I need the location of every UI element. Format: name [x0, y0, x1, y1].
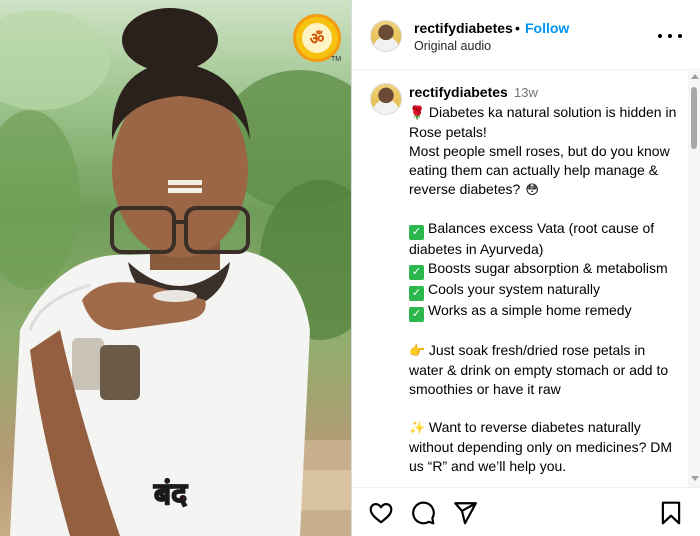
pointing-hand-icon: 👉	[409, 344, 426, 359]
action-bar	[352, 487, 700, 536]
caption-avatar[interactable]	[370, 83, 402, 115]
audio-link[interactable]: Original audio	[414, 39, 491, 53]
caption-tip: Just soak fresh/dried rose petals in wat…	[409, 342, 673, 397]
post-time[interactable]: 13w	[514, 85, 538, 100]
header-username[interactable]: rectifydiabetes	[414, 20, 513, 36]
bookmark-icon[interactable]	[658, 500, 684, 526]
heart-icon[interactable]	[368, 500, 394, 526]
sparkles-icon: ✨	[409, 421, 426, 436]
check-icon: ✓	[409, 225, 424, 240]
check-icon: ✓	[409, 286, 424, 301]
logo-glyph: ॐ	[302, 23, 332, 53]
scroll-down-icon[interactable]	[691, 476, 699, 481]
brand-logo: ॐ	[293, 14, 341, 62]
more-options-icon[interactable]	[658, 26, 682, 46]
trademark-label: TM	[331, 56, 342, 63]
shocked-emoji-icon: 😳	[525, 183, 539, 198]
comment-icon[interactable]	[410, 500, 436, 526]
caption-username[interactable]: rectifydiabetes	[409, 84, 508, 100]
bullet-item: Cools your system naturally	[428, 281, 600, 297]
check-icon: ✓	[409, 265, 424, 280]
avatar[interactable]	[370, 20, 402, 52]
scroll-thumb[interactable]	[691, 87, 697, 149]
check-icon: ✓	[409, 307, 424, 322]
scroll-up-icon[interactable]	[691, 74, 699, 79]
separator-dot: •	[515, 20, 520, 36]
bullet-item: Works as a simple home remedy	[428, 302, 632, 318]
video-frame	[0, 8, 351, 536]
caption-cta: Want to reverse diabetes naturally witho…	[409, 419, 676, 474]
follow-button[interactable]: Follow	[525, 20, 569, 36]
caption-line-1: Diabetes ka natural solution is hidden i…	[409, 104, 681, 140]
caption-area: rectifydiabetes 13w 🌹 Diabetes ka natura…	[352, 71, 688, 487]
post-panel: rectifydiabetes • Follow Original audio …	[352, 0, 700, 536]
post-header: rectifydiabetes • Follow Original audio	[352, 0, 700, 70]
caption-text: 🌹 Diabetes ka natural solution is hidden…	[409, 103, 679, 476]
caption-line-2: Most people smell roses, but do you know…	[409, 143, 674, 197]
video-overlay-text: बंद	[153, 477, 188, 512]
share-icon[interactable]	[452, 500, 478, 526]
caption-scrollbar[interactable]	[688, 71, 700, 487]
bullet-item: Balances excess Vata (root cause of diab…	[409, 220, 659, 257]
bullet-item: Boosts sugar absorption & metabolism	[428, 260, 668, 276]
reel-video[interactable]: ॐ TM बंद	[0, 0, 351, 536]
rose-emoji-icon: 🌹	[409, 106, 426, 121]
